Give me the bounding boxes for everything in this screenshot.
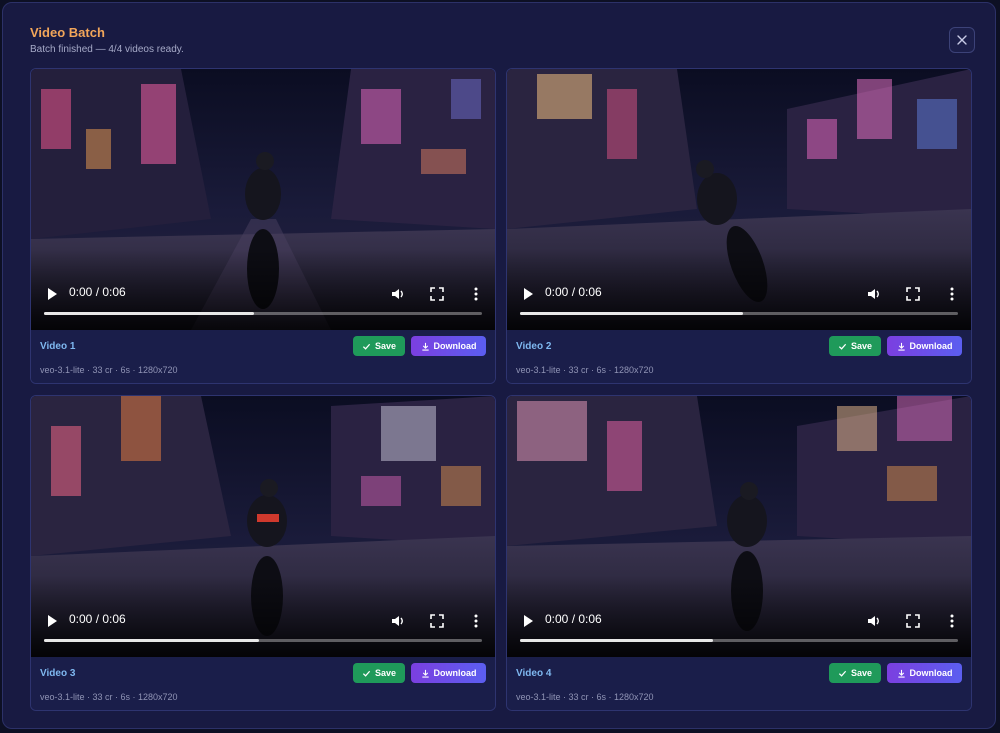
video-controls: 0:00 / 0:06 <box>31 601 495 657</box>
video-progress-bar[interactable] <box>44 639 482 642</box>
check-icon <box>838 670 847 677</box>
card-footer: Video 4 Save Download veo-3.1-lite · 33 … <box>507 657 971 710</box>
video-player[interactable]: 0:00 / 0:06 <box>507 69 971 330</box>
video-meta: veo-3.1-lite · 33 cr · 6s · 1280x720 <box>516 692 654 702</box>
close-icon <box>957 35 967 45</box>
download-icon <box>897 669 905 678</box>
volume-icon[interactable] <box>390 613 406 629</box>
check-icon <box>838 343 847 350</box>
play-icon[interactable] <box>44 286 60 302</box>
video-meta: veo-3.1-lite · 33 cr · 6s · 1280x720 <box>516 365 654 375</box>
save-button[interactable]: Save <box>829 663 881 683</box>
fullscreen-icon[interactable] <box>429 613 445 629</box>
video-time: 0:00 / 0:06 <box>545 285 602 299</box>
video-player[interactable]: 0:00 / 0:06 <box>31 69 495 330</box>
close-button[interactable] <box>949 27 975 53</box>
video-progress-bar[interactable] <box>520 312 958 315</box>
batch-status: Batch finished — 4/4 videos ready. <box>30 44 184 55</box>
video-time: 0:00 / 0:06 <box>545 612 602 626</box>
video-progress-fill <box>44 639 259 642</box>
check-icon <box>362 670 371 677</box>
play-icon[interactable] <box>520 286 536 302</box>
more-vertical-icon[interactable] <box>944 613 960 629</box>
video-batch-modal: Video Batch Batch finished — 4/4 videos … <box>2 2 996 729</box>
video-name: Video 2 <box>516 341 552 352</box>
save-label: Save <box>374 668 397 678</box>
fullscreen-icon[interactable] <box>905 286 921 302</box>
video-controls: 0:00 / 0:06 <box>31 274 495 330</box>
video-controls: 0:00 / 0:06 <box>507 601 971 657</box>
video-progress-fill <box>520 639 713 642</box>
video-time: 0:00 / 0:06 <box>69 612 126 626</box>
volume-icon[interactable] <box>390 286 406 302</box>
video-meta: veo-3.1-lite · 33 cr · 6s · 1280x720 <box>40 365 178 375</box>
video-card-2: 0:00 / 0:06 Video 2 Save Download veo-3.… <box>506 68 972 384</box>
video-progress-bar[interactable] <box>44 312 482 315</box>
save-button[interactable]: Save <box>829 336 881 356</box>
video-player[interactable]: 0:00 / 0:06 <box>507 396 971 657</box>
card-footer: Video 2 Save Download veo-3.1-lite · 33 … <box>507 330 971 383</box>
video-progress-fill <box>520 312 744 315</box>
download-button[interactable]: Download <box>887 663 962 683</box>
download-label: Download <box>433 668 477 678</box>
video-progress-bar[interactable] <box>520 639 958 642</box>
video-player[interactable]: 0:00 / 0:06 <box>31 396 495 657</box>
save-button[interactable]: Save <box>353 336 405 356</box>
volume-icon[interactable] <box>866 613 882 629</box>
save-label: Save <box>850 341 873 351</box>
download-button[interactable]: Download <box>411 663 486 683</box>
download-icon <box>421 342 429 351</box>
more-vertical-icon[interactable] <box>468 286 484 302</box>
video-name: Video 4 <box>516 668 552 679</box>
save-label: Save <box>374 341 397 351</box>
video-meta: veo-3.1-lite · 33 cr · 6s · 1280x720 <box>40 692 178 702</box>
download-icon <box>421 669 429 678</box>
modal-title: Video Batch <box>30 25 105 40</box>
video-time: 0:00 / 0:06 <box>69 285 126 299</box>
video-card-1: 0:00 / 0:06 Video 1 Save Download veo-3.… <box>30 68 496 384</box>
video-card-3: 0:00 / 0:06 Video 3 Save Download veo-3.… <box>30 395 496 711</box>
play-icon[interactable] <box>520 613 536 629</box>
more-vertical-icon[interactable] <box>468 613 484 629</box>
fullscreen-icon[interactable] <box>429 286 445 302</box>
video-progress-fill <box>44 312 255 315</box>
download-label: Download <box>909 668 953 678</box>
video-controls: 0:00 / 0:06 <box>507 274 971 330</box>
check-icon <box>362 343 371 350</box>
download-button[interactable]: Download <box>411 336 486 356</box>
video-name: Video 3 <box>40 668 76 679</box>
video-name: Video 1 <box>40 341 76 352</box>
save-button[interactable]: Save <box>353 663 405 683</box>
volume-icon[interactable] <box>866 286 882 302</box>
download-icon <box>897 342 905 351</box>
card-footer: Video 3 Save Download veo-3.1-lite · 33 … <box>31 657 495 710</box>
play-icon[interactable] <box>44 613 60 629</box>
download-button[interactable]: Download <box>887 336 962 356</box>
card-footer: Video 1 Save Download veo-3.1-lite · 33 … <box>31 330 495 383</box>
fullscreen-icon[interactable] <box>905 613 921 629</box>
save-label: Save <box>850 668 873 678</box>
video-card-4: 0:00 / 0:06 Video 4 Save Download veo-3.… <box>506 395 972 711</box>
download-label: Download <box>433 341 477 351</box>
download-label: Download <box>909 341 953 351</box>
more-vertical-icon[interactable] <box>944 286 960 302</box>
